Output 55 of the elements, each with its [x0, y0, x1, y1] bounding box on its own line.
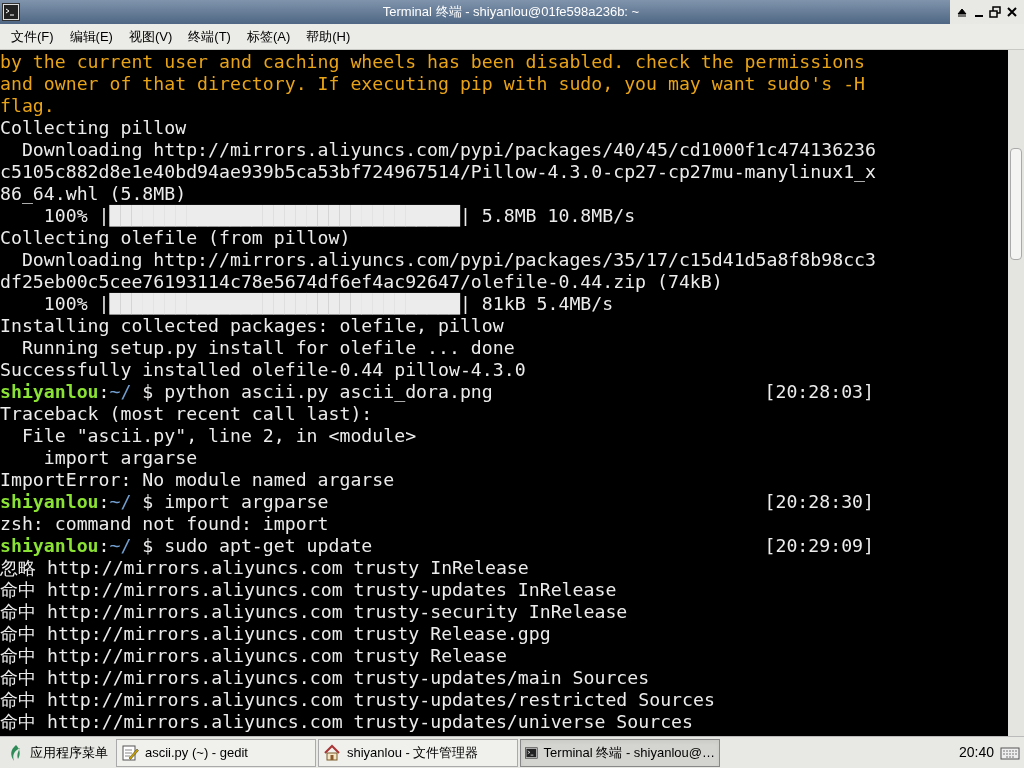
- output-line: Downloading http://mirrors.aliyuncs.com/pypi/packages/40/45/cd1000f1c474136236: [20, 139, 876, 161]
- output-line: import argarse: [42, 447, 198, 469]
- output-line: 命中 http://mirrors.aliyuncs.com trusty-updates/main Sources: [0, 667, 650, 689]
- menu-item[interactable]: 帮助(H): [299, 24, 358, 49]
- output-line: 命中 http://mirrors.aliyuncs.com trusty Release.gpg: [0, 623, 551, 645]
- menu-item[interactable]: 视图(V): [121, 24, 180, 49]
- output-line: 忽略 http://mirrors.aliyuncs.com trusty InRelease: [0, 557, 529, 579]
- output-line: 命中 http://mirrors.aliyuncs.com trusty-updates InRelease: [0, 579, 617, 601]
- output-line: Collecting olefile (from pillow): [0, 227, 351, 249]
- timestamp: [20:28:03]: [764, 381, 874, 403]
- menu-item[interactable]: 标签(A): [239, 24, 298, 49]
- applications-menu-button[interactable]: 应用程序菜单: [2, 738, 114, 767]
- shade-icon[interactable]: [956, 6, 969, 18]
- window-title: Terminal 终端 - shiyanlou@01fe598a236b: ~: [381, 3, 641, 22]
- output-line: Successfully installed olefile-0.44 pillow-4.3.0: [0, 359, 526, 381]
- prompt-line: shiyanlou:~/ $ python ascii.py ascii_dora.png: [0, 381, 493, 403]
- output-line: Running setup.py install for olefile ... done: [20, 337, 515, 359]
- output-line: zsh: command not found: import: [0, 513, 329, 535]
- prompt-line: shiyanlou:~/ $ sudo apt-get update: [0, 535, 373, 557]
- output-line: Installing collected packages: olefile, pillow: [0, 315, 504, 337]
- taskbar-button[interactable]: shiyanlou - 文件管理器: [318, 738, 518, 767]
- output-line: File "ascii.py", line 2, in <module>: [20, 425, 417, 447]
- output-line: c5105c882d8e1e40bd94ae939b5ca53bf724967514/Pillow-4.3.0-cp27-cp27mu-manylinux1_x: [0, 161, 876, 183]
- output-line: 命中 http://mirrors.aliyuncs.com trusty-updates/restricted Sources: [0, 689, 715, 711]
- output-line: 100% |████████████████████████████████| 81kB 5.4MB/s: [42, 293, 614, 315]
- warning-line: flag.: [0, 95, 55, 117]
- close-icon[interactable]: [1005, 6, 1018, 18]
- output-line: 100% |████████████████████████████████| 5.8MB 10.8MB/s: [42, 205, 636, 227]
- home-icon: [323, 743, 341, 762]
- menu-item[interactable]: 终端(T): [181, 24, 238, 49]
- output-line: Collecting pillow: [0, 117, 187, 139]
- maximize-icon[interactable]: [989, 6, 1002, 18]
- leaf-icon: [8, 743, 22, 762]
- terminal-icon[interactable]: [2, 3, 20, 21]
- output-line: Downloading http://mirrors.aliyuncs.com/pypi/packages/35/17/c15d41d5a8f8b98cc3: [20, 249, 876, 271]
- scrollbar[interactable]: [1008, 50, 1024, 736]
- output-line: 命中 http://mirrors.aliyuncs.com trusty Release: [0, 645, 507, 667]
- warning-line: by the current user and caching wheels has been disabled. check the permissions: [0, 51, 866, 73]
- timestamp: [20:29:09]: [764, 535, 874, 557]
- menu-item[interactable]: 编辑(E): [62, 24, 120, 49]
- output-line: df25eb00c5cee76193114c78e5674df6ef4ac92647/olefile-0.44.zip (74kB): [0, 271, 723, 293]
- menu-item[interactable]: 文件(F): [4, 24, 61, 49]
- notepad-icon: [121, 743, 139, 762]
- scrollbar-thumb[interactable]: [1010, 148, 1022, 260]
- taskbar-button[interactable]: Terminal 终端 - shiyanlou@…: [520, 738, 720, 767]
- output-line: Traceback (most recent call last):: [0, 403, 373, 425]
- output-line: 命中 http://mirrors.aliyuncs.com trusty-security InRelease: [0, 601, 628, 623]
- prompt-line: shiyanlou:~/ $ import argparse: [0, 491, 329, 513]
- taskbar-button[interactable]: ascii.py (~) - gedit: [116, 738, 316, 767]
- clock: 20:40: [958, 743, 994, 762]
- output-line: 命中 http://mirrors.aliyuncs.com trusty-updates/universe Sources: [0, 711, 693, 733]
- warning-line: and owner of that directory. If executing pip with sudo, you may want sudo's -H: [0, 73, 866, 95]
- output-line: 86_64.whl (5.8MB): [0, 183, 187, 205]
- timestamp: [20:28:30]: [764, 491, 874, 513]
- output-line: ImportError: No module named argarse: [0, 469, 395, 491]
